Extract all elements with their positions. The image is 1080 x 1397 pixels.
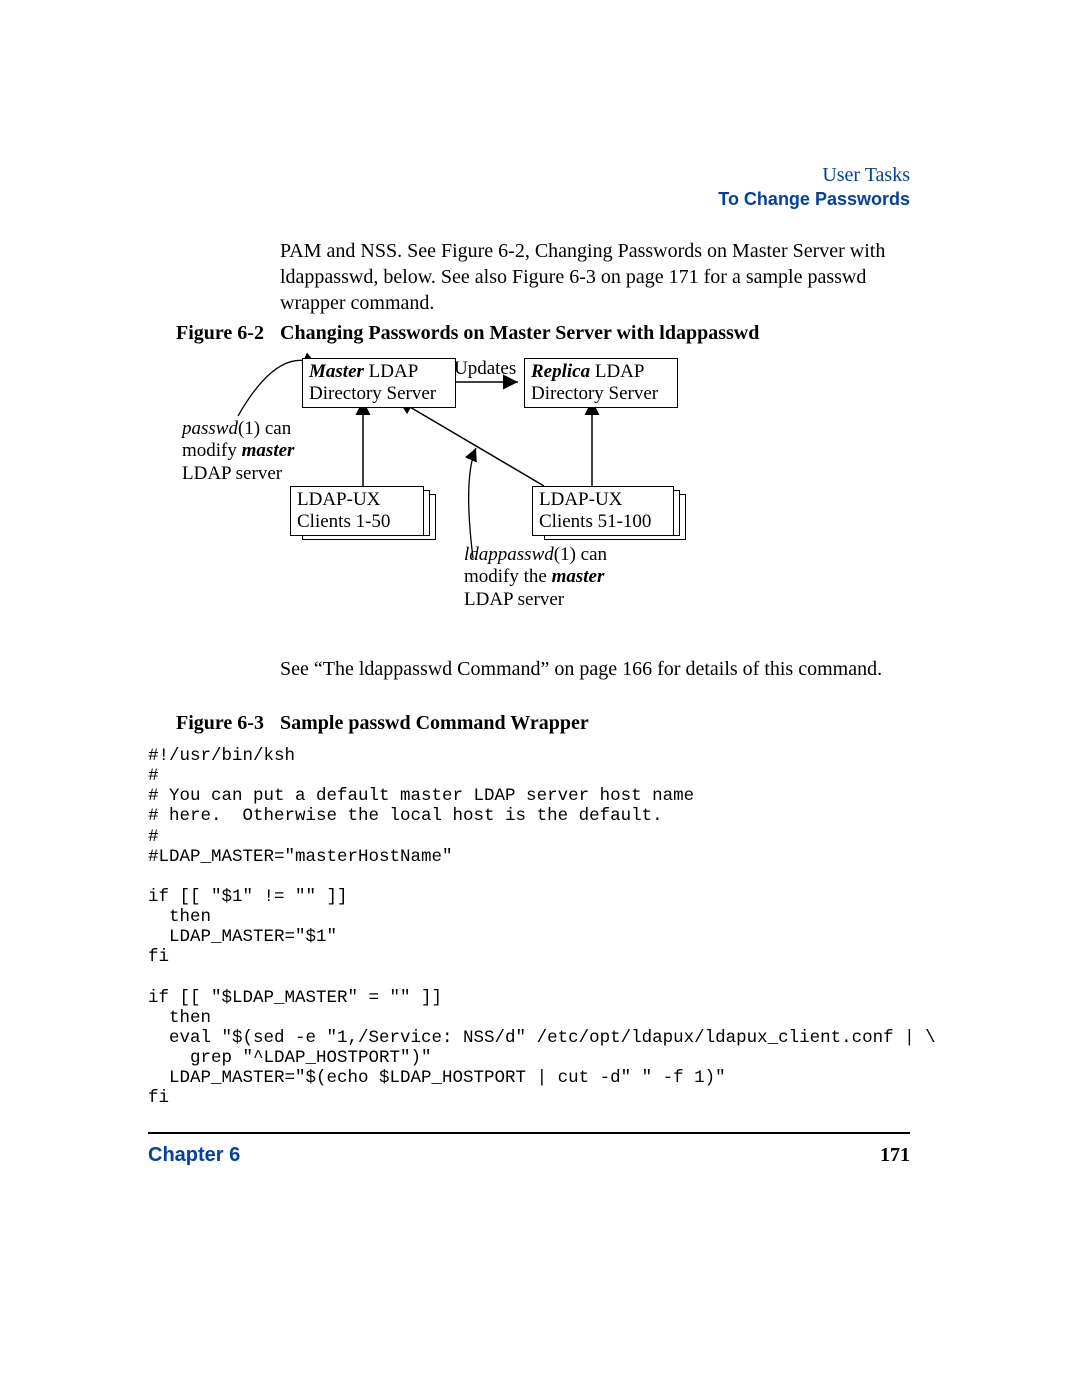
master-line2: Directory Server: [309, 383, 436, 404]
master-ldap-box: Master LDAP Directory Server: [302, 358, 456, 408]
ldappasswd-l2a: modify the: [464, 566, 552, 587]
passwd-rest: (1) can: [238, 418, 291, 439]
passwd-l2em: master: [242, 440, 295, 461]
figure-6-2-diagram: Master LDAP Directory Server Updates Rep…: [198, 358, 698, 618]
master-rest: LDAP: [364, 361, 418, 382]
updates-label: Updates: [454, 358, 516, 380]
header-section: User Tasks: [718, 164, 910, 187]
footer-chapter: Chapter 6: [148, 1144, 240, 1167]
replica-ldap-box: Replica LDAP Directory Server: [524, 358, 678, 408]
replica-rest: LDAP: [590, 361, 644, 382]
page-header: User Tasks To Change Passwords: [718, 164, 910, 210]
replica-em: Replica: [531, 361, 590, 382]
ldappasswd-l2em: master: [552, 566, 605, 587]
page: User Tasks To Change Passwords PAM and N…: [0, 0, 1080, 1397]
code-listing: #!/usr/bin/ksh # # You can put a default…: [148, 746, 948, 1108]
passwd-l3: LDAP server: [182, 463, 282, 484]
clients-right-l1: LDAP-UX: [539, 489, 622, 510]
figure-6-3-title: Sample passwd Command Wrapper: [280, 712, 589, 735]
clients-left-box: LDAP-UX Clients 1-50: [290, 486, 424, 536]
footer-rule: [148, 1132, 910, 1134]
figure-6-2-label: Figure 6-2: [176, 322, 264, 345]
passwd-annotation: passwd(1) can modify master LDAP server: [182, 418, 294, 485]
replica-line2: Directory Server: [531, 383, 658, 404]
clients-left-l2: Clients 1-50: [297, 511, 390, 532]
clients-right-l2: Clients 51-100: [539, 511, 651, 532]
ldappasswd-annotation: ldappasswd(1) can modify the master LDAP…: [464, 544, 607, 611]
footer: Chapter 6 171: [148, 1144, 910, 1167]
header-subsection: To Change Passwords: [718, 189, 910, 210]
see-paragraph: See “The ldappasswd Command” on page 166…: [280, 656, 910, 682]
clients-right-box: LDAP-UX Clients 51-100: [532, 486, 674, 536]
figure-6-3-label: Figure 6-3: [176, 712, 264, 735]
ldappasswd-em: ldappasswd: [464, 544, 554, 565]
ldappasswd-rest: (1) can: [554, 544, 607, 565]
passwd-l2a: modify: [182, 440, 242, 461]
figure-6-2-title: Changing Passwords on Master Server with…: [280, 322, 759, 345]
clients-left-l1: LDAP-UX: [297, 489, 380, 510]
master-em: Master: [309, 361, 364, 382]
intro-paragraph: PAM and NSS. See Figure 6-2, Changing Pa…: [280, 238, 910, 316]
ldappasswd-l3: LDAP server: [464, 589, 564, 610]
passwd-em: passwd: [182, 418, 238, 439]
footer-page-number: 171: [880, 1144, 910, 1167]
